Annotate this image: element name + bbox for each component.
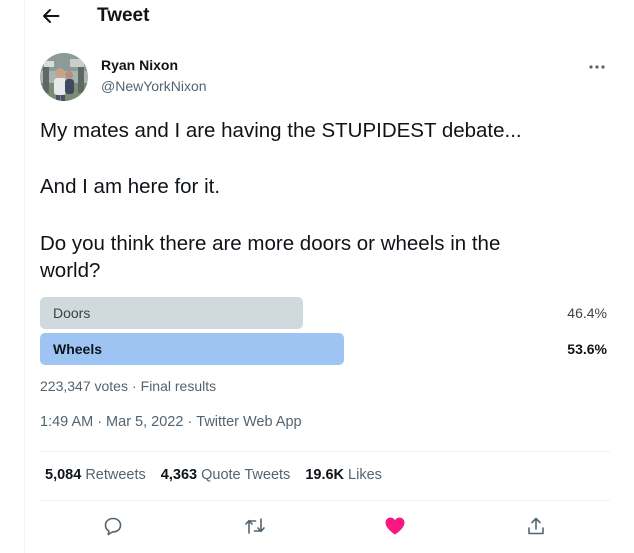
more-options-button[interactable] [586, 57, 608, 77]
reply-button[interactable] [100, 513, 126, 539]
tweet-source[interactable]: Twitter Web App [196, 414, 301, 430]
page-title: Tweet [97, 5, 150, 26]
more-horizontal-icon [589, 65, 605, 69]
share-icon [526, 516, 546, 536]
engagement-stats: 5,084 Retweets 4,363 Quote Tweets 19.6K Li… [45, 467, 397, 483]
tweet-text-line: world? [40, 259, 101, 282]
divider [40, 500, 610, 501]
tweet-date[interactable]: Mar 5, 2022 [106, 414, 183, 430]
likes-label: Likes [348, 467, 382, 483]
tweet-page: Tweet Ryan Nixon @NewYorkNixon My mates … [0, 0, 634, 553]
likes-stat[interactable]: 19.6K Likes [305, 467, 382, 483]
quote-tweets-count: 4,363 [160, 467, 198, 483]
quote-tweets-label: Quote Tweets [201, 467, 291, 483]
tweet-time[interactable]: 1:49 AM [40, 414, 93, 430]
like-icon [384, 516, 406, 536]
tweet-timestamp: 1:49 AM · Mar 5, 2022 · Twitter Web App [40, 414, 302, 430]
poll-option-percent: 46.4% [567, 305, 607, 321]
likes-count: 19.6K [305, 467, 345, 483]
separator-dot: · [97, 414, 103, 430]
poll-option-label: Doors [53, 305, 91, 321]
poll-meta: 223,347 votes · Final results [40, 378, 216, 394]
separator-dot: · [131, 378, 137, 394]
quote-tweets-stat[interactable]: 4,363 Quote Tweets [161, 467, 291, 483]
retweets-stat[interactable]: 5,084 Retweets [45, 467, 146, 483]
header: Tweet [0, 0, 634, 34]
poll-status: Final results [140, 378, 217, 394]
poll-option-label: Wheels [53, 341, 103, 357]
author-name[interactable]: Ryan Nixon [101, 57, 178, 73]
divider [40, 451, 610, 452]
back-button[interactable] [38, 4, 64, 28]
tweet-text-line: My mates and I are having the STUPIDEST … [40, 119, 522, 142]
retweet-icon [244, 516, 266, 536]
arrow-left-icon [42, 8, 60, 24]
share-button[interactable] [523, 513, 549, 539]
like-button[interactable] [382, 513, 408, 539]
author-handle[interactable]: @NewYorkNixon [101, 78, 207, 94]
avatar[interactable] [40, 53, 88, 101]
separator-dot: · [187, 414, 193, 430]
tweet-text-line: Do you think there are more doors or whe… [40, 232, 501, 255]
poll-option-percent: 53.6% [567, 341, 607, 357]
retweets-label: Retweets [85, 467, 146, 483]
reply-icon [103, 516, 123, 536]
column-border [24, 0, 25, 553]
tweet-text-line: And I am here for it. [40, 175, 221, 198]
retweet-button[interactable] [242, 513, 268, 539]
poll-vote-count: 223,347 votes [40, 378, 128, 394]
retweets-count: 5,084 [45, 467, 82, 483]
